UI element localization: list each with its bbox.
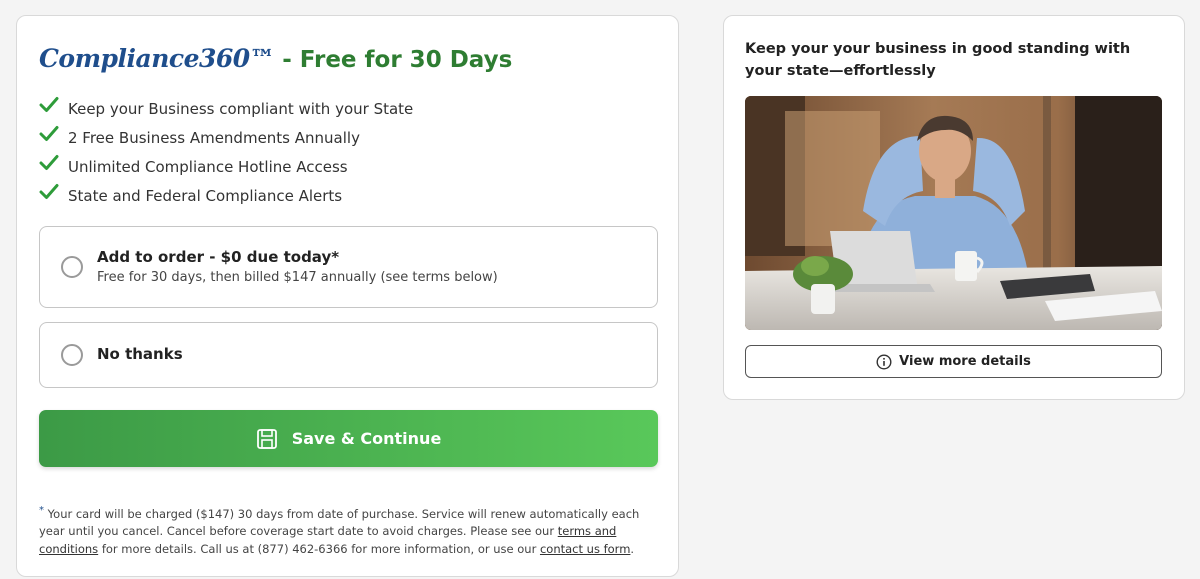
feature-text: Unlimited Compliance Hotline Access	[68, 157, 348, 176]
feature-item: 2 Free Business Amendments Annually	[39, 123, 413, 152]
feature-text: Keep your Business compliant with your S…	[68, 99, 414, 118]
no-thanks-title: No thanks	[97, 345, 183, 363]
feature-text: 2 Free Business Amendments Annually	[68, 128, 360, 147]
add-to-order-title: Add to order - $0 due today*	[97, 248, 340, 266]
no-thanks-option[interactable]: No thanks	[39, 322, 658, 388]
feature-item: Unlimited Compliance Hotline Access	[39, 152, 413, 181]
feature-item: State and Federal Compliance Alerts	[39, 181, 413, 210]
footnote-text: for more details. Call us at (877) 462-6…	[98, 541, 540, 556]
save-continue-button[interactable]: Save & Continue	[39, 410, 658, 467]
view-more-details-button[interactable]: View more details	[745, 345, 1162, 378]
footnote-text: .	[630, 541, 635, 556]
offer-title: Compliance360™ - Free for 30 Days	[39, 44, 512, 73]
contact-us-link[interactable]: contact us form	[540, 542, 630, 556]
check-icon	[39, 154, 59, 170]
terms-footnote: * Your card will be charged ($147) 30 da…	[39, 502, 664, 558]
feature-item: Keep your Business compliant with your S…	[39, 94, 413, 123]
feature-list: Keep your Business compliant with your S…	[39, 94, 413, 210]
no-thanks-radio[interactable]	[61, 344, 83, 366]
sidebar-card: Keep your your business in good standing…	[723, 15, 1185, 400]
view-more-details-label: View more details	[899, 354, 1031, 369]
check-icon	[39, 125, 59, 141]
relaxed-businessman-photo	[745, 96, 1162, 330]
offer-card: Compliance360™ - Free for 30 Days Keep y…	[16, 15, 679, 577]
offer-title-suffix: - Free for 30 Days	[282, 47, 513, 73]
add-to-order-subtitle: Free for 30 days, then billed $147 annua…	[97, 270, 498, 285]
feature-text: State and Federal Compliance Alerts	[68, 186, 343, 205]
add-to-order-radio[interactable]	[61, 256, 83, 278]
add-to-order-option[interactable]: Add to order - $0 due today* Free for 30…	[39, 226, 658, 308]
footnote-text: Your card will be charged ($147) 30 days…	[39, 506, 640, 539]
info-icon	[876, 353, 892, 370]
check-icon	[39, 183, 59, 199]
save-icon	[256, 428, 277, 449]
brand-logo-text: Compliance360™	[39, 44, 275, 73]
sidebar-heading: Keep your your business in good standing…	[745, 41, 1131, 79]
check-icon	[39, 96, 59, 112]
save-continue-label: Save & Continue	[291, 429, 442, 448]
